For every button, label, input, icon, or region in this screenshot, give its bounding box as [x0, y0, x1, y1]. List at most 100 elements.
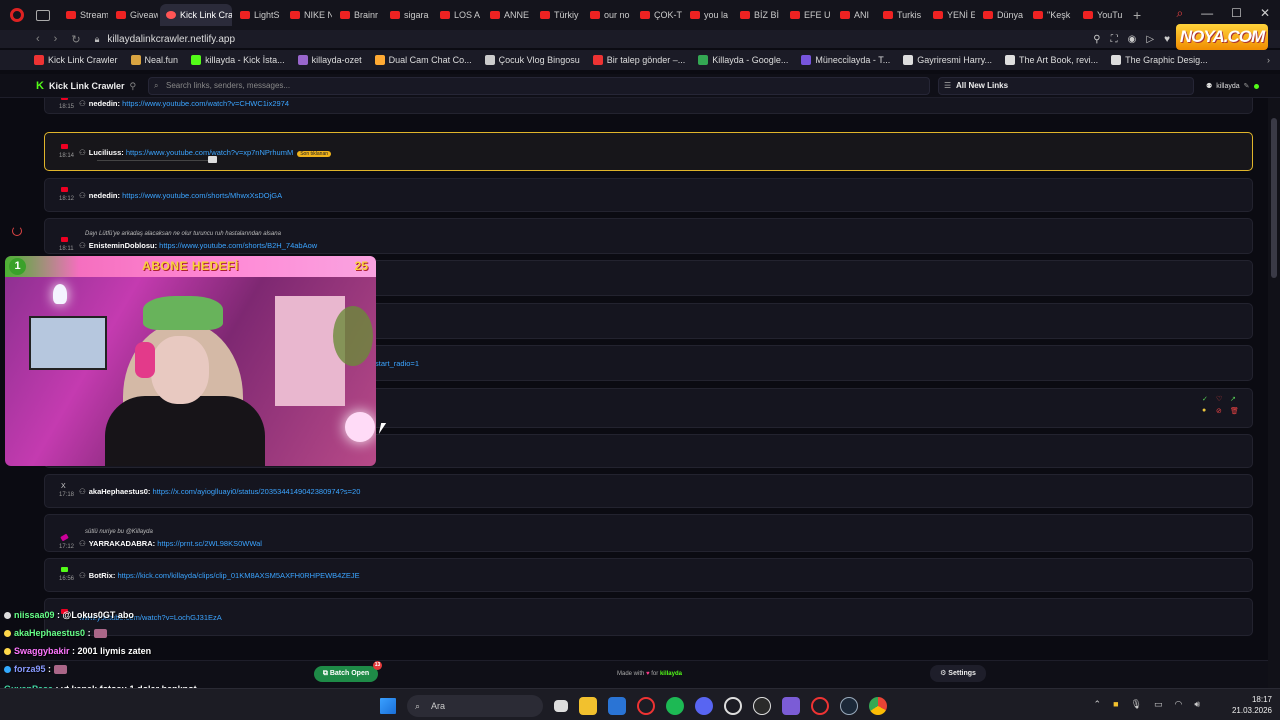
- browser-tab[interactable]: ANNE: [484, 4, 532, 26]
- browser-tab[interactable]: YENİ E: [927, 4, 975, 26]
- search-tabs-icon[interactable]: ⌕: [1176, 6, 1183, 21]
- spotify-icon[interactable]: [666, 697, 684, 715]
- heart-icon[interactable]: ♡: [1216, 395, 1226, 403]
- link-sender[interactable]: EnisteminDoblosu:: [89, 241, 157, 250]
- display-icon[interactable]: ▭: [1154, 699, 1163, 710]
- browser-tab[interactable]: ÇOK-T: [634, 4, 682, 26]
- new-tab-icon[interactable]: +: [1133, 7, 1141, 23]
- volume-icon[interactable]: 🔊︎: [1194, 699, 1200, 710]
- browser-tab[interactable]: "Keşk: [1027, 4, 1075, 26]
- bookmark-item[interactable]: The Graphic Desig...: [1111, 55, 1208, 65]
- opera-gx-icon[interactable]: [637, 697, 655, 715]
- link-url[interactable]: https://x.com/ayioglluayi0/status/203534…: [153, 487, 361, 496]
- wifi-icon[interactable]: ◠: [1174, 699, 1182, 710]
- link-url[interactable]: https://www.youtube.com/shorts/MhwxXsDOj…: [122, 191, 282, 200]
- close-icon[interactable]: ✕: [1260, 6, 1270, 21]
- bookmark-item[interactable]: The Art Book, revi...: [1005, 55, 1098, 65]
- browser-tab[interactable]: Stream: [60, 4, 108, 26]
- link-card[interactable]: 17:12 sütlü nuriye bu @Killayda ⚇ YARRAKADA…: [44, 514, 1253, 552]
- discord-icon[interactable]: [695, 697, 713, 715]
- link-card[interactable]: 18:15 ⚇ nededin: https://www.youtube.com/w…: [44, 98, 1253, 114]
- bulb-icon[interactable]: ●: [1202, 407, 1212, 415]
- bookmark-item[interactable]: Münecci̇layda - T...: [801, 55, 890, 65]
- chrome-icon[interactable]: [869, 697, 887, 715]
- link-sender[interactable]: YARRAKADABRA:: [89, 539, 155, 548]
- chevron-up-icon[interactable]: ⌃: [1094, 699, 1102, 710]
- bookmark-item[interactable]: Dual Cam Chat Co...: [374, 55, 472, 65]
- bookmark-item[interactable]: Kick Link Crawler: [34, 55, 118, 65]
- browser-tab[interactable]: LightS: [234, 4, 282, 26]
- streamlabs-icon[interactable]: [753, 697, 771, 715]
- back-icon[interactable]: ‹: [36, 33, 40, 46]
- link-card[interactable]: 18:12 ⚇ nededin: https://www.youtube.com/s…: [44, 178, 1253, 212]
- windows-start-icon[interactable]: [380, 698, 396, 714]
- link-sender[interactable]: akaHephaestus0:: [89, 487, 151, 496]
- batch-open-button[interactable]: ⧉ Batch Open 13: [314, 661, 382, 682]
- screenshot-icon[interactable]: ⛶: [1111, 34, 1118, 45]
- browser-tab[interactable]: Turkis: [877, 4, 925, 26]
- bookmark-item[interactable]: Killayda - Google...: [698, 55, 788, 65]
- browser-tab[interactable]: Türkiy: [534, 4, 582, 26]
- browser-tab[interactable]: Brainr: [334, 4, 382, 26]
- settings-app-icon[interactable]: [724, 697, 742, 715]
- bookmark-item[interactable]: Çocuk Vlog Bingosu: [484, 55, 580, 65]
- maximize-icon[interactable]: ☐: [1231, 6, 1242, 21]
- link-url[interactable]: https://prnt.sc/2WL98KS0WWal: [157, 539, 262, 548]
- forward-icon[interactable]: ›: [54, 33, 58, 46]
- check-icon[interactable]: ✓: [1202, 395, 1212, 403]
- browser-tab[interactable]: LOS A: [434, 4, 482, 26]
- search-input[interactable]: ⌕ Search links, senders, messages...: [148, 77, 930, 95]
- user-menu[interactable]: ⚉ killayda ✎: [1206, 82, 1259, 90]
- app-grid-icon[interactable]: [782, 697, 800, 715]
- browser-tab[interactable]: Dünya: [977, 4, 1025, 26]
- scrollbar[interactable]: [1268, 98, 1280, 688]
- microphone-icon[interactable]: 🎙︎: [1131, 699, 1142, 710]
- opera-browser-icon[interactable]: [811, 697, 829, 715]
- url-field[interactable]: killaydalinkcrawler.netlify.app: [107, 34, 235, 45]
- browser-tab[interactable]: you la: [684, 4, 732, 26]
- filter-select[interactable]: ☰ All New Links: [938, 77, 1194, 95]
- task-view-icon[interactable]: [554, 700, 568, 712]
- lock-icon[interactable]: 🔒︎: [95, 34, 100, 45]
- link-card[interactable]: 18:11 Dayı Lütfü'ye arkadaş alacaksan ne …: [44, 218, 1253, 254]
- taskbar-search[interactable]: ⌕ Ara: [407, 695, 543, 717]
- bookmark-item[interactable]: Bir talep gönder –...: [592, 55, 685, 65]
- link-url[interactable]: https://kick.com/killayda/clips/clip_01K…: [118, 571, 360, 580]
- settings-button[interactable]: ⚙ Settings: [930, 665, 986, 682]
- browser-tab[interactable]: Kick Link Cra: [160, 4, 232, 26]
- link-card[interactable]: www.youtube.com/watch?v=LochGJ31EzA: [44, 598, 1253, 636]
- link-url[interactable]: start_radio=1: [375, 359, 419, 368]
- heart-icon[interactable]: ♥: [1164, 34, 1170, 45]
- link-sender[interactable]: Luciliuss:: [89, 148, 124, 157]
- link-sender[interactable]: BotRix:: [89, 571, 116, 580]
- clock[interactable]: 18:17 21.03.2026: [1232, 694, 1272, 716]
- delete-icon[interactable]: 🗑︎: [1230, 407, 1240, 415]
- link-url[interactable]: https://www.youtube.com/shorts/B2H_74abA…: [159, 241, 317, 250]
- reload-icon[interactable]: ↻: [71, 33, 80, 46]
- steam-icon[interactable]: [840, 697, 858, 715]
- download-icon[interactable]: [208, 156, 217, 163]
- link-card[interactable]: 18:14 ⚇ Luciliuss: https://www.youtube.com…: [44, 132, 1253, 171]
- bookmarks-more-icon[interactable]: ›: [1267, 55, 1270, 65]
- browser-tab[interactable]: BİZ Bİ: [734, 4, 782, 26]
- scrollbar-thumb[interactable]: [1271, 118, 1277, 278]
- bookmark-item[interactable]: Gayriresmi Harry...: [903, 55, 992, 65]
- opera-logo-icon[interactable]: [10, 8, 24, 22]
- bookmark-item[interactable]: Neal.fun: [130, 55, 178, 65]
- block-icon[interactable]: ⊘: [1216, 407, 1226, 415]
- folder-tray-icon[interactable]: ■: [1113, 699, 1118, 710]
- camera-icon[interactable]: ◉: [1128, 34, 1137, 45]
- link-sender[interactable]: nededin:: [89, 99, 120, 108]
- play-icon[interactable]: ▷: [1146, 34, 1154, 45]
- link-sender[interactable]: nededin:: [89, 191, 120, 200]
- pin-icon[interactable]: ⚲: [1093, 34, 1100, 45]
- workspaces-icon[interactable]: [36, 9, 50, 21]
- browser-tab[interactable]: ANI: [834, 4, 875, 26]
- browser-tab[interactable]: Giveaw: [110, 4, 158, 26]
- edit-icon[interactable]: ✎: [1244, 82, 1250, 90]
- browser-tab[interactable]: our no: [584, 4, 632, 26]
- pin-icon[interactable]: ⚲: [129, 81, 136, 92]
- browser-tab[interactable]: EFE U: [784, 4, 832, 26]
- file-explorer-icon[interactable]: [579, 697, 597, 715]
- minimize-icon[interactable]: —: [1201, 6, 1213, 21]
